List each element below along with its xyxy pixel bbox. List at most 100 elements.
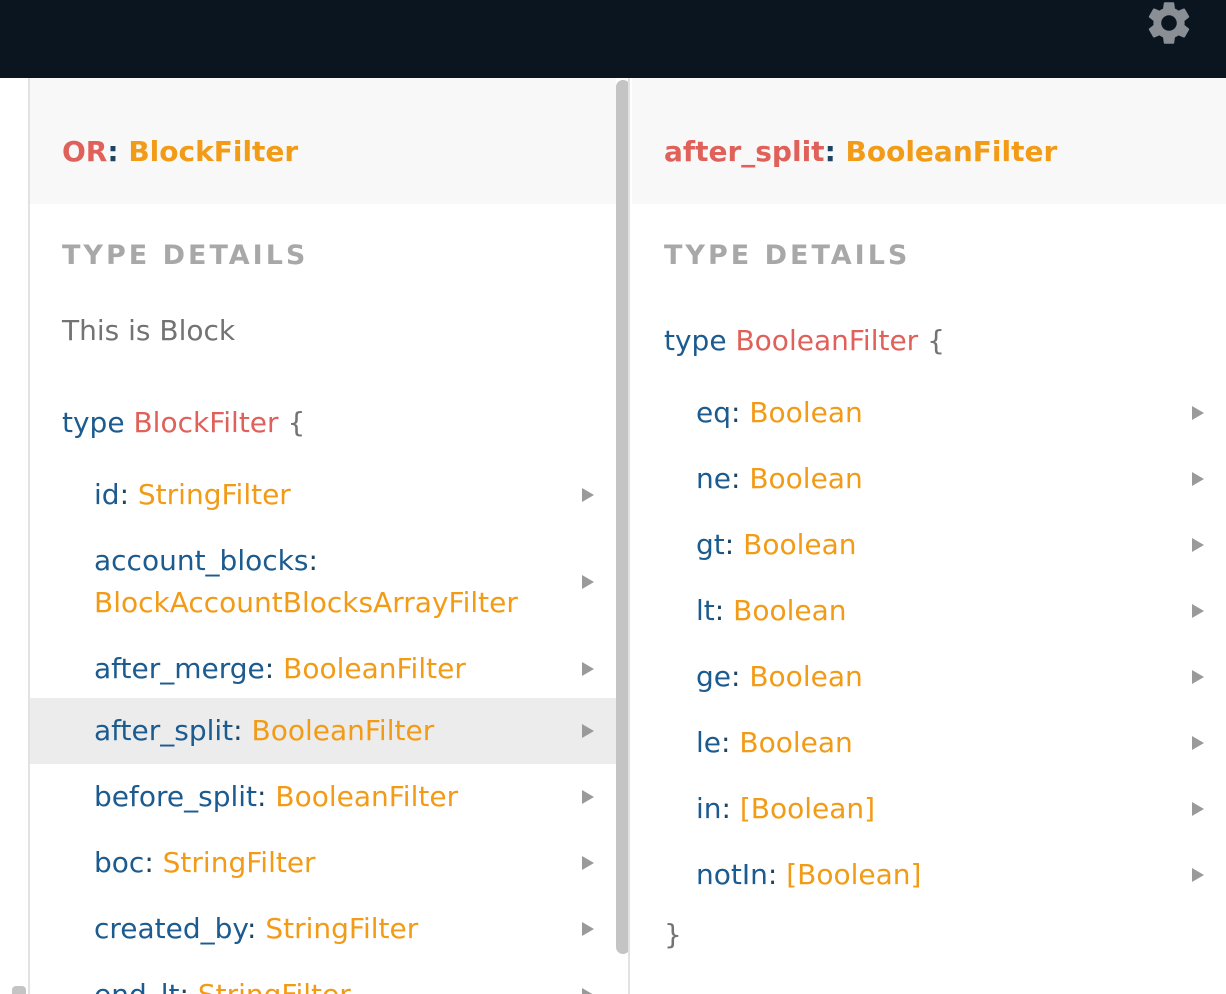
expand-arrow-icon[interactable] <box>1192 406 1204 420</box>
field-row[interactable]: id: StringFilter <box>30 462 616 528</box>
expand-arrow-icon[interactable] <box>582 790 594 804</box>
field-row[interactable]: gt: Boolean <box>632 512 1226 578</box>
field-row[interactable]: created_by: StringFilter <box>30 896 616 962</box>
field-row-selected[interactable]: after_split: BooleanFilter <box>30 698 616 764</box>
field-separator: : <box>119 478 138 511</box>
field-name: after_merge <box>94 652 265 685</box>
field-row[interactable]: le: Boolean <box>632 710 1226 776</box>
field-separator: : <box>257 780 276 813</box>
type-definition-footer: } <box>664 918 682 951</box>
expand-arrow-icon[interactable] <box>1192 670 1204 684</box>
expand-arrow-icon[interactable] <box>1192 604 1204 618</box>
open-brace: { <box>287 406 306 439</box>
title-field-name: after_split <box>664 135 825 168</box>
field-row[interactable]: eq: Boolean <box>632 380 1226 446</box>
field-type-link[interactable]: Boolean <box>749 660 862 693</box>
field-name: gt <box>696 528 725 561</box>
column-title: OR: BlockFilter <box>62 134 298 170</box>
field-row[interactable]: lt: Boolean <box>632 578 1226 644</box>
type-name: BlockFilter <box>133 406 279 439</box>
field-type-link[interactable]: Boolean <box>733 594 846 627</box>
gear-icon[interactable] <box>1143 0 1195 49</box>
field-row[interactable]: after_merge: BooleanFilter <box>30 636 616 702</box>
field-row[interactable]: in: [Boolean] <box>632 776 1226 842</box>
field-separator: : <box>233 714 252 747</box>
field-separator: : <box>721 726 740 759</box>
open-brace: { <box>927 324 945 357</box>
expand-arrow-icon[interactable] <box>582 662 594 676</box>
field-name: notIn <box>696 858 768 891</box>
title-separator: : <box>107 135 129 168</box>
expand-arrow-icon[interactable] <box>582 988 594 994</box>
expand-arrow-icon[interactable] <box>1192 802 1204 816</box>
doc-column-blockfilter: OR: BlockFilter TYPE DETAILS This is Blo… <box>30 78 630 994</box>
expand-arrow-icon[interactable] <box>1192 472 1204 486</box>
column-header: OR: BlockFilter <box>30 78 616 204</box>
field-type-link[interactable]: BooleanFilter <box>251 714 434 747</box>
expand-arrow-icon[interactable] <box>1192 736 1204 750</box>
field-separator: : <box>724 528 744 561</box>
title-type-link[interactable]: BlockFilter <box>128 135 298 168</box>
field-name: after_split <box>94 714 234 747</box>
field-name: created_by <box>94 912 247 945</box>
field-name: le <box>696 726 722 759</box>
section-title: TYPE DETAILS <box>62 240 309 271</box>
field-separator: : <box>731 396 750 429</box>
expand-arrow-icon[interactable] <box>582 575 594 589</box>
type-keyword: type <box>664 324 727 357</box>
expand-arrow-icon[interactable] <box>1192 868 1204 882</box>
field-name: lt <box>696 594 715 627</box>
expand-arrow-icon[interactable] <box>582 488 594 502</box>
field-row[interactable]: ne: Boolean <box>632 446 1226 512</box>
top-bar <box>0 0 1226 78</box>
field-separator: : <box>144 846 163 879</box>
field-type-link[interactable]: BlockAccountBlocksArrayFilter <box>94 586 518 619</box>
field-name: boc <box>94 846 145 879</box>
field-name: end_lt <box>94 978 180 994</box>
expand-arrow-icon[interactable] <box>582 922 594 936</box>
field-type-link[interactable]: BooleanFilter <box>283 652 466 685</box>
column-title: after_split: BooleanFilter <box>664 134 1057 170</box>
expand-arrow-icon[interactable] <box>582 724 594 738</box>
field-row[interactable]: notIn: [Boolean] <box>632 842 1226 908</box>
field-row[interactable]: end_lt: StringFilter <box>30 962 616 994</box>
field-separator: : <box>721 792 740 825</box>
field-separator: : <box>730 462 750 495</box>
field-type-link[interactable]: StringFilter <box>138 478 291 511</box>
type-name: BooleanFilter <box>735 324 919 357</box>
field-type-link[interactable]: Boolean <box>749 396 862 429</box>
vertical-scrollbar[interactable] <box>616 80 628 954</box>
title-field-name: OR <box>62 135 108 168</box>
field-separator: : <box>767 858 787 891</box>
field-type-link[interactable]: StringFilter <box>265 912 418 945</box>
field-type-link[interactable]: StringFilter <box>198 978 351 994</box>
field-type-link[interactable]: [Boolean] <box>786 858 921 891</box>
type-definition-header: type BlockFilter { <box>62 406 305 439</box>
field-separator: : <box>180 978 198 994</box>
field-name: id <box>94 478 120 511</box>
doc-column-booleanfilter: after_split: BooleanFilter TYPE DETAILS … <box>632 78 1226 994</box>
field-row[interactable]: ge: Boolean <box>632 644 1226 710</box>
field-separator: : <box>246 912 266 945</box>
title-type-link[interactable]: BooleanFilter <box>846 135 1058 168</box>
title-separator: : <box>824 135 846 168</box>
field-row[interactable]: before_split: BooleanFilter <box>30 764 616 830</box>
field-type-link[interactable]: [Boolean] <box>740 792 875 825</box>
field-type-link[interactable]: BooleanFilter <box>275 780 458 813</box>
field-separator: : <box>264 652 284 685</box>
type-description: This is Block <box>62 314 236 347</box>
field-name: in <box>696 792 722 825</box>
field-row[interactable]: account_blocks: BlockAccountBlocksArrayFi… <box>30 528 616 636</box>
field-type-link[interactable]: StringFilter <box>163 846 316 879</box>
field-type-link[interactable]: Boolean <box>743 528 856 561</box>
column-header: after_split: BooleanFilter <box>632 78 1226 204</box>
expand-arrow-icon[interactable] <box>582 856 594 870</box>
field-row[interactable]: boc: StringFilter <box>30 830 616 896</box>
field-type-link[interactable]: Boolean <box>739 726 852 759</box>
type-keyword: type <box>62 406 125 439</box>
close-brace: } <box>664 918 682 951</box>
scroll-nub[interactable] <box>12 986 26 994</box>
field-type-link[interactable]: Boolean <box>749 462 862 495</box>
expand-arrow-icon[interactable] <box>1192 538 1204 552</box>
field-name: eq <box>696 396 731 429</box>
